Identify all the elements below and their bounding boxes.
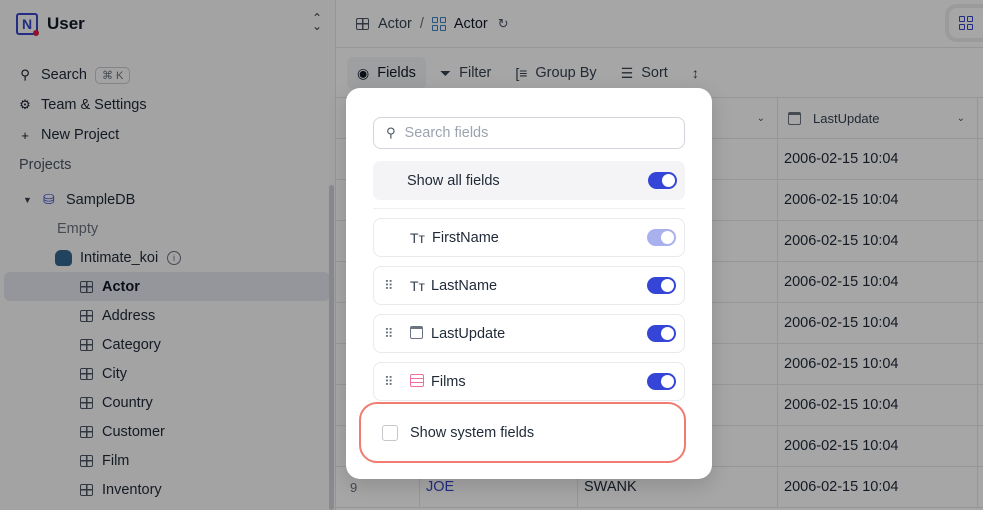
calendar-icon xyxy=(410,325,423,342)
text-type-icon: Tт xyxy=(410,277,425,294)
drag-handle-icon[interactable]: ⠿ xyxy=(384,326,393,342)
link-icon xyxy=(410,373,424,390)
field-name: LastName xyxy=(431,277,498,294)
text-type-icon: Tт xyxy=(410,229,425,246)
show-all-fields-row[interactable]: Show all fields xyxy=(373,161,685,200)
show-all-fields-label: Show all fields xyxy=(407,172,500,189)
show-all-fields-toggle[interactable] xyxy=(648,172,677,189)
field-visibility-toggle[interactable] xyxy=(647,325,676,342)
show-system-fields-row[interactable]: Show system fields xyxy=(359,402,686,463)
divider xyxy=(373,208,685,209)
field-row-films[interactable]: ⠿ Films xyxy=(373,362,685,401)
field-visibility-toggle xyxy=(647,229,676,246)
drag-handle-icon[interactable]: ⠿ xyxy=(384,278,393,294)
field-row-lastupdate[interactable]: ⠿ LastUpdate xyxy=(373,314,685,353)
search-fields-box[interactable]: ⚲ xyxy=(373,117,685,149)
field-visibility-toggle[interactable] xyxy=(647,277,676,294)
show-system-fields-label: Show system fields xyxy=(410,424,535,441)
fields-popover: ⚲ Show all fields Tт FirstName ⠿ Tт Last… xyxy=(346,88,712,479)
field-row-lastname[interactable]: ⠿ Tт LastName xyxy=(373,266,685,305)
drag-handle-icon[interactable]: ⠿ xyxy=(384,374,393,390)
field-visibility-toggle[interactable] xyxy=(647,373,676,390)
search-icon: ⚲ xyxy=(386,125,396,140)
field-name: FirstName xyxy=(432,229,499,246)
field-row-firstname[interactable]: Tт FirstName xyxy=(373,218,685,257)
search-fields-input[interactable] xyxy=(404,125,665,141)
app: N User ⌃ ⌄ ⚲ Search ⌘ K ⚙ Team & Settings… xyxy=(0,0,983,510)
field-name: LastUpdate xyxy=(431,325,506,342)
field-name: Films xyxy=(431,373,466,390)
show-system-fields-checkbox[interactable] xyxy=(382,424,398,441)
